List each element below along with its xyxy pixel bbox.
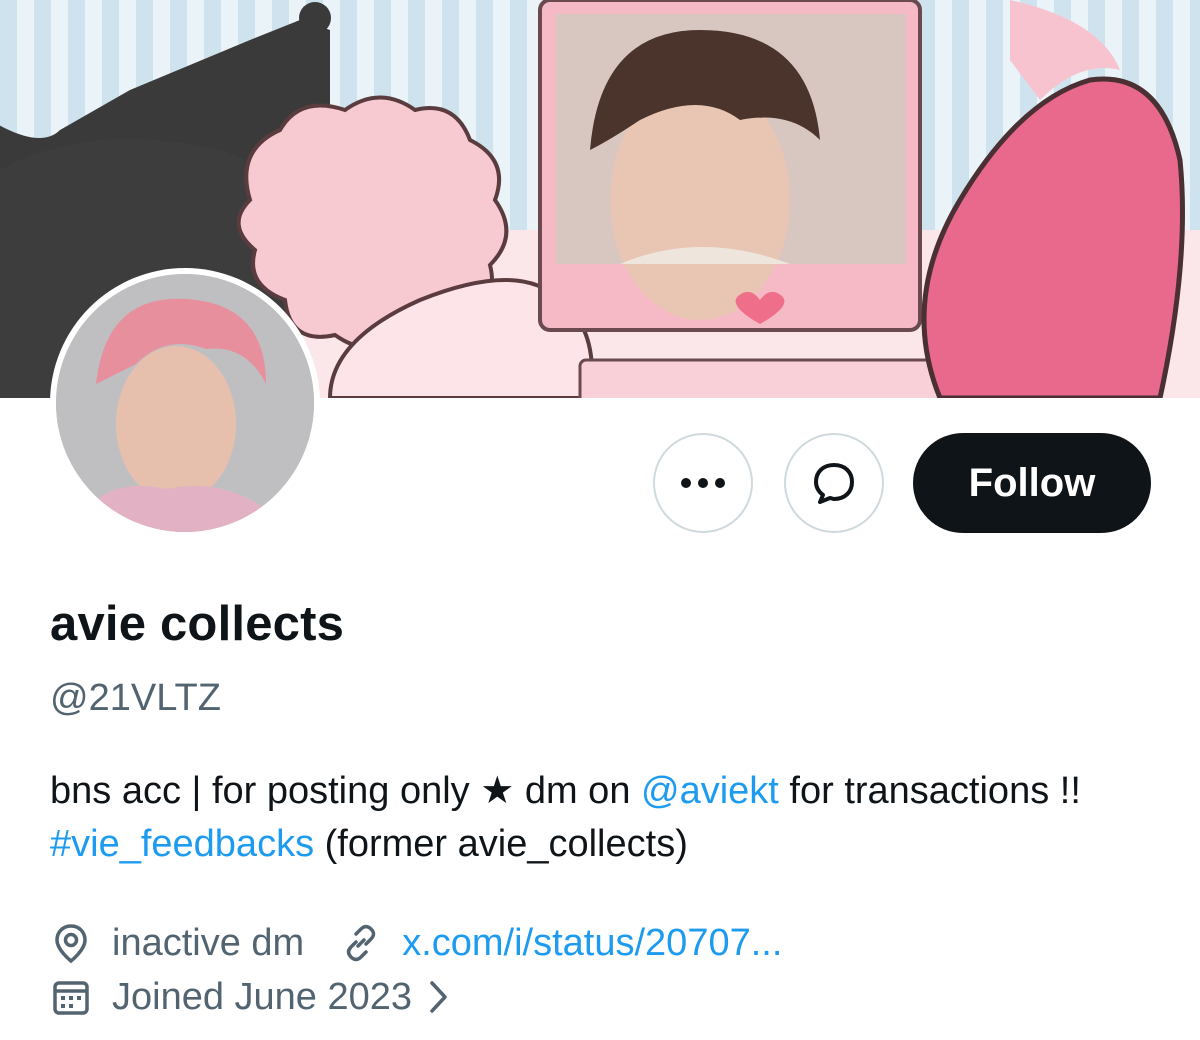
message-bubble-icon [814,463,854,504]
more-dots-icon [681,478,725,488]
bio-text: bns acc | for posting only ★ dm on [50,770,642,812]
follow-button[interactable]: Follow [913,433,1151,533]
bio-text: (former avie_collects) [314,823,688,865]
more-button[interactable] [653,433,753,533]
calendar-icon [50,976,92,1018]
message-button[interactable] [784,433,884,533]
bio-hashtag-link[interactable]: #vie_feedbacks [50,823,314,865]
profile-meta-row: inactive dm x.com/i/status/20707... [50,918,1150,968]
bio-text: for transactions !! [778,770,1081,812]
profile-website-link[interactable]: x.com/i/status/20707... [402,922,782,965]
bio-mention-link[interactable]: @aviekt [641,770,779,812]
profile-joined-date: Joined June 2023 [112,975,413,1018]
user-handle: @21VLTZ [50,677,221,719]
profile-bio: bns acc | for posting only ★ dm on @avie… [50,765,1150,871]
link-chain-icon [340,922,382,964]
profile-location: inactive dm [112,921,305,964]
profile-actions: Follow [0,433,1200,533]
chevron-right-icon [428,979,450,1015]
display-name: avie collects [50,597,345,651]
profile-joined-row[interactable]: Joined June 2023 [50,972,1150,1022]
location-pin-icon [50,922,92,964]
